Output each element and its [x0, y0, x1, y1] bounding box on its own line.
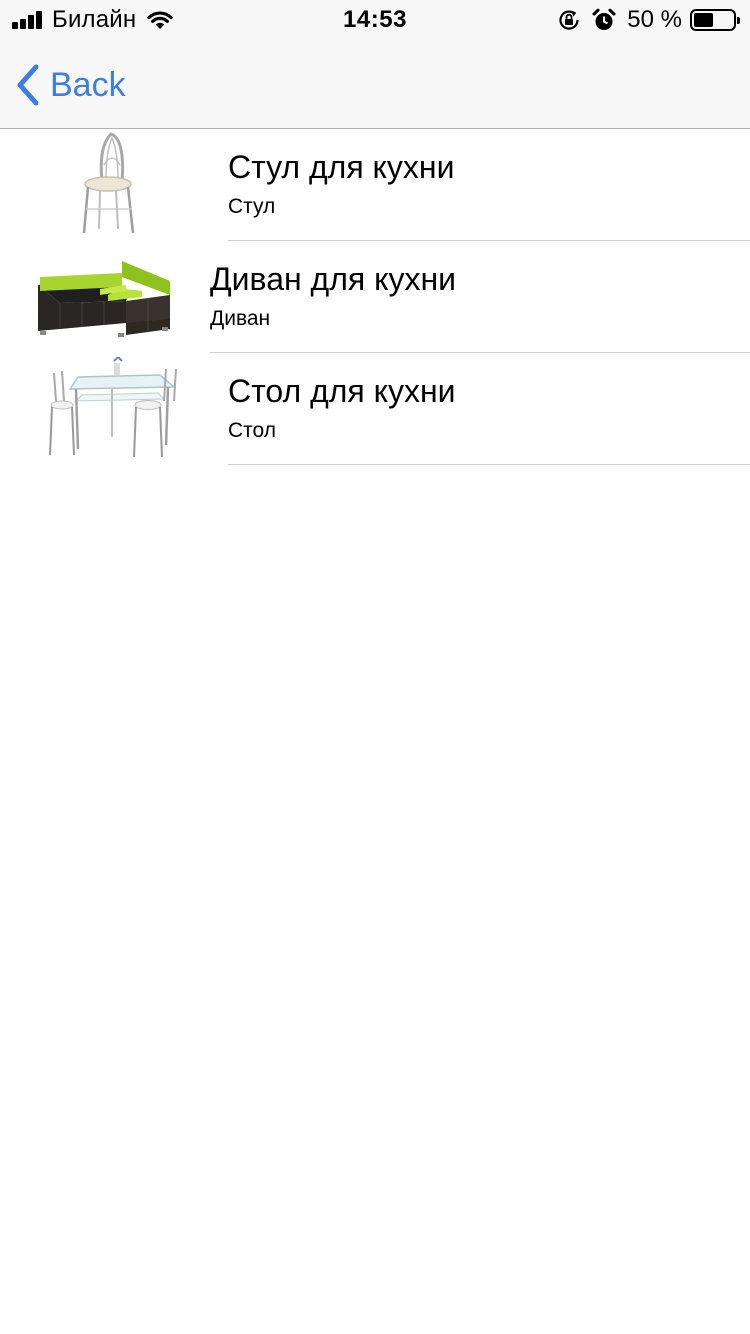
alarm-icon	[592, 8, 616, 30]
back-label: Back	[50, 65, 126, 104]
list-item-title: Стул для кухни	[228, 149, 455, 185]
orientation-lock-icon	[559, 10, 579, 30]
list-item-subtitle: Диван	[210, 307, 271, 330]
list-item-text: Стул для кухни Стул	[228, 129, 750, 241]
chevron-left-icon	[17, 64, 39, 106]
navigation-bar: Back	[0, 40, 750, 129]
list-item-title: Стол для кухни	[228, 373, 456, 409]
chair-image	[78, 129, 146, 237]
list-item-text: Стол для кухни Стол	[228, 353, 750, 465]
list-item-subtitle: Стол	[228, 419, 277, 442]
table-set-image	[48, 355, 182, 461]
product-list: Стул для кухни Стул Диван для кухни Дива…	[0, 129, 750, 465]
list-item[interactable]: Диван для кухни Диван	[0, 241, 750, 353]
status-bar: Билайн 14:53 50 %	[0, 0, 750, 40]
battery-icon	[690, 9, 740, 31]
list-item[interactable]: Стол для кухни Стол	[0, 353, 750, 465]
list-item-subtitle: Стул	[228, 195, 276, 218]
battery-percent: 50 %	[627, 6, 682, 33]
list-item-title: Диван для кухни	[210, 261, 457, 297]
battery-level-fill	[694, 13, 713, 27]
back-button[interactable]: Back	[16, 62, 126, 108]
corner-sofa-image	[30, 257, 174, 339]
status-right: 50 %	[557, 6, 740, 34]
row-separator	[228, 464, 750, 465]
list-item[interactable]: Стул для кухни Стул	[0, 129, 750, 241]
list-item-text: Диван для кухни Диван	[210, 241, 750, 353]
